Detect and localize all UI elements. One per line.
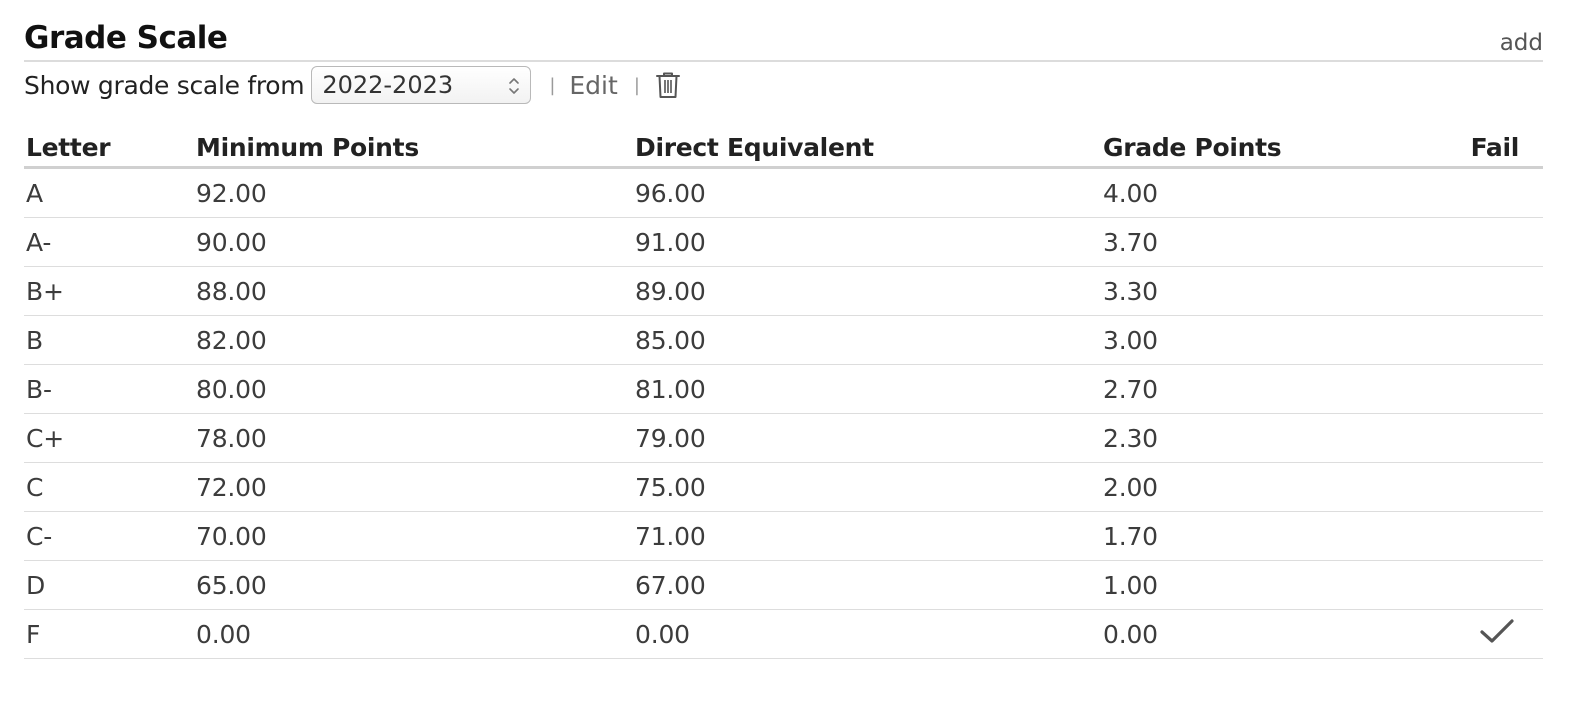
grade-scale-panel: Grade Scale add Show grade scale from 20… — [24, 18, 1543, 659]
table-row: D 65.00 67.00 1.00 — [24, 560, 1543, 610]
cell-letter: B — [24, 315, 194, 365]
column-header-grade-points: Grade Points — [1101, 128, 1431, 169]
year-select-value: 2022-2023 — [322, 71, 454, 99]
cell-grade-points: 4.00 — [1101, 167, 1431, 218]
cell-fail — [1431, 609, 1543, 659]
cell-grade-points: 2.30 — [1101, 413, 1431, 463]
cell-grade-points: 1.70 — [1101, 511, 1431, 561]
cell-grade-points: 3.70 — [1101, 217, 1431, 267]
cell-minimum-points: 65.00 — [194, 560, 633, 610]
cell-minimum-points: 72.00 — [194, 462, 633, 512]
cell-grade-points: 2.00 — [1101, 462, 1431, 512]
cell-fail — [1431, 266, 1543, 316]
cell-letter: A — [24, 167, 194, 218]
panel-header: Grade Scale add — [24, 18, 1543, 62]
column-header-fail: Fail — [1431, 128, 1543, 169]
cell-fail — [1431, 217, 1543, 267]
add-link[interactable]: add — [1500, 30, 1543, 56]
select-arrows-icon — [509, 78, 520, 94]
table-row: A 92.00 96.00 4.00 — [24, 167, 1543, 218]
cell-minimum-points: 80.00 — [194, 364, 633, 414]
table-row: B- 80.00 81.00 2.70 — [24, 364, 1543, 414]
cell-letter: A- — [24, 217, 194, 267]
cell-direct-equivalent: 0.00 — [633, 609, 1101, 659]
cell-direct-equivalent: 67.00 — [633, 560, 1101, 610]
cell-fail — [1431, 364, 1543, 414]
check-icon — [1480, 619, 1514, 643]
cell-fail — [1431, 315, 1543, 365]
show-grade-scale-label: Show grade scale from — [24, 70, 305, 100]
cell-grade-points: 3.00 — [1101, 315, 1431, 365]
cell-direct-equivalent: 89.00 — [633, 266, 1101, 316]
cell-direct-equivalent: 81.00 — [633, 364, 1101, 414]
table-row: C 72.00 75.00 2.00 — [24, 462, 1543, 512]
cell-letter: C+ — [24, 413, 194, 463]
grade-scale-table: Letter Minimum Points Direct Equivalent … — [24, 128, 1543, 659]
cell-minimum-points: 82.00 — [194, 315, 633, 365]
table-header-row: Letter Minimum Points Direct Equivalent … — [24, 128, 1543, 169]
page-title: Grade Scale — [24, 20, 228, 56]
cell-minimum-points: 90.00 — [194, 217, 633, 267]
grade-scale-controls: Show grade scale from 2022-2023 | Edit | — [24, 62, 1543, 108]
cell-direct-equivalent: 75.00 — [633, 462, 1101, 512]
cell-grade-points: 3.30 — [1101, 266, 1431, 316]
table-row: B 82.00 85.00 3.00 — [24, 315, 1543, 365]
cell-minimum-points: 78.00 — [194, 413, 633, 463]
cell-direct-equivalent: 85.00 — [633, 315, 1101, 365]
cell-direct-equivalent: 71.00 — [633, 511, 1101, 561]
cell-grade-points: 1.00 — [1101, 560, 1431, 610]
trash-icon — [655, 72, 680, 98]
cell-fail — [1431, 167, 1543, 218]
cell-grade-points: 2.70 — [1101, 364, 1431, 414]
separator: | — [633, 74, 640, 96]
table-row: F 0.00 0.00 0.00 — [24, 609, 1543, 659]
cell-letter: C — [24, 462, 194, 512]
cell-fail — [1431, 560, 1543, 610]
cell-direct-equivalent: 79.00 — [633, 413, 1101, 463]
table-row: C- 70.00 71.00 1.70 — [24, 511, 1543, 561]
cell-minimum-points: 88.00 — [194, 266, 633, 316]
cell-minimum-points: 70.00 — [194, 511, 633, 561]
cell-fail — [1431, 462, 1543, 512]
column-header-direct-equivalent: Direct Equivalent — [633, 128, 1101, 169]
year-select[interactable]: 2022-2023 — [311, 66, 532, 104]
separator: | — [549, 74, 556, 96]
cell-fail — [1431, 413, 1543, 463]
cell-letter: D — [24, 560, 194, 610]
column-header-letter: Letter — [24, 128, 194, 169]
cell-letter: F — [24, 609, 194, 659]
cell-minimum-points: 92.00 — [194, 167, 633, 218]
edit-link[interactable]: Edit — [569, 71, 617, 100]
cell-direct-equivalent: 91.00 — [633, 217, 1101, 267]
cell-minimum-points: 0.00 — [194, 609, 633, 659]
column-header-minimum-points: Minimum Points — [194, 128, 633, 169]
table-row: C+ 78.00 79.00 2.30 — [24, 413, 1543, 463]
cell-letter: B+ — [24, 266, 194, 316]
delete-button[interactable] — [654, 70, 682, 100]
cell-letter: C- — [24, 511, 194, 561]
table-row: B+ 88.00 89.00 3.30 — [24, 266, 1543, 316]
cell-letter: B- — [24, 364, 194, 414]
cell-direct-equivalent: 96.00 — [633, 167, 1101, 218]
table-row: A- 90.00 91.00 3.70 — [24, 217, 1543, 267]
cell-grade-points: 0.00 — [1101, 609, 1431, 659]
cell-fail — [1431, 511, 1543, 561]
